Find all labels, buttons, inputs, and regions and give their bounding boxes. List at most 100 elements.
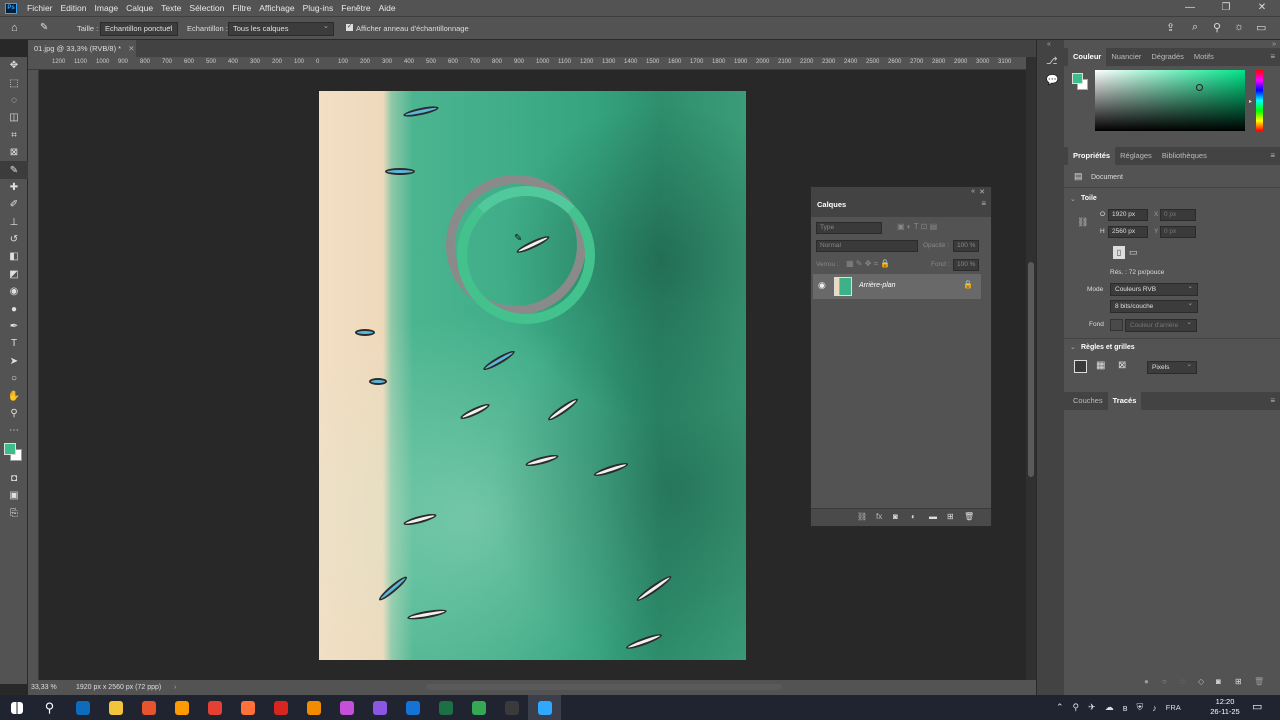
vertical-scrollbar[interactable] <box>1026 57 1036 684</box>
healing-brush-tool-icon[interactable]: ✚ <box>0 179 28 196</box>
fill-select[interactable]: Couleur d'arrière <box>1125 317 1197 332</box>
height-input[interactable]: 2560 px <box>1108 226 1148 238</box>
grid-icon[interactable]: ▦ <box>1096 360 1105 371</box>
hue-slider-handle-icon[interactable]: ▸ <box>1249 98 1252 105</box>
menu-fichier[interactable]: Fichier <box>23 3 57 13</box>
eyedropper-preset-icon[interactable]: ✎ <box>40 22 48 33</box>
menu-aide[interactable]: Aide <box>375 3 400 13</box>
illustrator-icon[interactable] <box>165 695 198 720</box>
eraser-tool-icon[interactable]: ◧ <box>0 248 28 265</box>
units-select[interactable]: Pixels <box>1147 359 1197 374</box>
color-swatches[interactable] <box>0 440 28 470</box>
language-indicator[interactable]: FRA <box>1166 703 1181 712</box>
blend-mode-select[interactable]: Normal <box>816 240 918 252</box>
blur-tool-icon[interactable]: ◉ <box>0 283 28 300</box>
x-input[interactable]: 0 px <box>1160 209 1196 221</box>
move-tool-icon[interactable]: ✥ <box>0 57 28 74</box>
adjustment-icon[interactable]: ◐ <box>911 512 916 521</box>
search-icon[interactable]: ⌕ <box>1192 21 1198 34</box>
extra-tool-icon[interactable]: ⎘ <box>0 504 28 521</box>
width-input[interactable]: 1920 px <box>1108 209 1148 221</box>
chevron-down-icon[interactable]: ⌄ <box>1070 343 1076 351</box>
marquee-tool-icon[interactable]: ⬚ <box>0 74 28 91</box>
light-icon[interactable]: ☼ <box>1234 21 1244 33</box>
foreground-color-swatch[interactable] <box>4 442 16 455</box>
tab-reglages[interactable]: Réglages <box>1115 147 1157 165</box>
shield-icon[interactable]: ⛨ <box>1136 702 1143 713</box>
collapse-panels-icon[interactable]: « <box>1047 41 1051 48</box>
music-icon[interactable] <box>363 695 396 720</box>
panel-collapse-icon[interactable]: « <box>971 188 975 195</box>
tab-proprietes[interactable]: Propriétés <box>1068 147 1116 165</box>
menu-plugins[interactable]: Plug-ins <box>299 3 338 13</box>
sample-select[interactable]: Tous les calques <box>228 20 334 36</box>
clock[interactable]: 12:20 26-11-25 <box>1205 697 1245 717</box>
y-input[interactable]: 0 px <box>1160 226 1196 238</box>
tab-traces[interactable]: Tracés <box>1107 392 1142 410</box>
guides-icon[interactable]: ⊠ <box>1118 360 1126 371</box>
fill-input[interactable]: 100 % <box>953 259 979 271</box>
search-icon[interactable]: ⚲ <box>33 695 66 720</box>
stroke-path-icon[interactable]: ○ <box>1162 677 1167 686</box>
share-icon[interactable]: ⇪ <box>1166 21 1175 34</box>
group-folder-icon[interactable]: ▬ <box>929 512 937 521</box>
section-rulers-grids[interactable]: Règles et grilles <box>1081 344 1135 351</box>
properties-menu-icon[interactable]: ≡ <box>1270 151 1275 160</box>
volume-icon[interactable]: ♪ <box>1152 703 1157 713</box>
minimize-icon[interactable]: — <box>1172 0 1208 16</box>
new-layer-icon[interactable]: ⊞ <box>947 512 954 521</box>
more-tools-icon[interactable]: ⋯ <box>0 422 28 439</box>
tray-chevron-icon[interactable]: ⌃ <box>1056 702 1064 713</box>
landscape-orientation-icon[interactable]: ▭ <box>1129 247 1138 258</box>
status-arrow-icon[interactable]: › <box>174 680 176 695</box>
horizontal-scroll-thumb[interactable] <box>426 684 782 690</box>
fill-color-chip[interactable] <box>1110 319 1123 331</box>
new-path-icon[interactable]: ⊞ <box>1235 677 1242 686</box>
layers-panel-title[interactable]: Calques <box>817 200 846 209</box>
close-tab-icon[interactable]: ✕ <box>128 44 134 53</box>
document-tab[interactable]: 01.jpg @ 33,3% (RVB/8) * ✕ <box>28 40 136 57</box>
layer-search-input[interactable]: Type <box>816 222 882 234</box>
clone-stamp-tool-icon[interactable]: ⊥ <box>0 214 28 231</box>
mail-icon[interactable] <box>396 695 429 720</box>
portrait-orientation-icon[interactable]: ▯ <box>1113 246 1125 259</box>
section-canvas[interactable]: Toile <box>1081 195 1097 202</box>
fx-icon[interactable]: fx <box>876 512 882 521</box>
size-select[interactable]: Echantillon ponctuel <box>100 20 178 36</box>
layer-name[interactable]: Arrière-plan <box>859 282 896 289</box>
tab-couleur[interactable]: Couleur <box>1068 48 1107 66</box>
delete-path-icon[interactable]: 🗑 <box>1254 677 1264 686</box>
outlook-icon[interactable] <box>66 695 99 720</box>
shape-tool-icon[interactable]: ○ <box>0 370 28 387</box>
screen-mode-icon[interactable]: ▣ <box>0 487 28 504</box>
crop-tool-icon[interactable]: ⌗ <box>0 127 28 144</box>
tab-degrades[interactable]: Dégradés <box>1146 48 1189 66</box>
chrome-alt-icon[interactable] <box>462 695 495 720</box>
ruler-toggle-icon[interactable] <box>1074 360 1087 373</box>
color-picker-handle[interactable] <box>1196 84 1203 91</box>
onedrive-icon[interactable]: ☁ <box>1105 702 1114 713</box>
object-select-tool-icon[interactable]: ◫ <box>0 109 28 126</box>
type-tool-icon[interactable]: T <box>0 335 28 352</box>
windows-start-icon[interactable] <box>0 695 33 720</box>
home-icon[interactable]: ⌂ <box>11 22 18 34</box>
hand-tool-icon[interactable]: ✋ <box>0 387 28 404</box>
ai-pattern-icon[interactable] <box>132 695 165 720</box>
search-icon-2[interactable]: ⚲ <box>1213 21 1221 34</box>
brush-tool-icon[interactable]: ✐ <box>0 196 28 213</box>
close-icon[interactable]: ✕ <box>1244 0 1280 16</box>
menu-texte[interactable]: Texte <box>157 3 185 13</box>
photoshop-icon[interactable] <box>528 695 561 720</box>
path-select-tool-icon[interactable]: ➤ <box>0 353 28 370</box>
document-info[interactable]: 1920 px x 2560 px (72 ppp) <box>76 680 161 695</box>
obs-icon[interactable] <box>495 695 528 720</box>
link-dimensions-icon[interactable]: ⛓ <box>1077 217 1088 228</box>
maximize-icon[interactable]: ❐ <box>1208 0 1244 16</box>
tab-nuancier[interactable]: Nuancier <box>1106 48 1146 66</box>
dodge-tool-icon[interactable]: ● <box>0 300 28 317</box>
bluetooth-icon[interactable]: ʙ <box>1123 703 1128 713</box>
dock-collapse-icon[interactable]: » <box>1272 41 1276 48</box>
layer-lock-icon[interactable]: 🔒 <box>963 280 973 289</box>
tab-bibliotheques[interactable]: Bibliothèques <box>1157 147 1212 165</box>
link-layers-icon[interactable]: ⛓ <box>857 512 867 521</box>
